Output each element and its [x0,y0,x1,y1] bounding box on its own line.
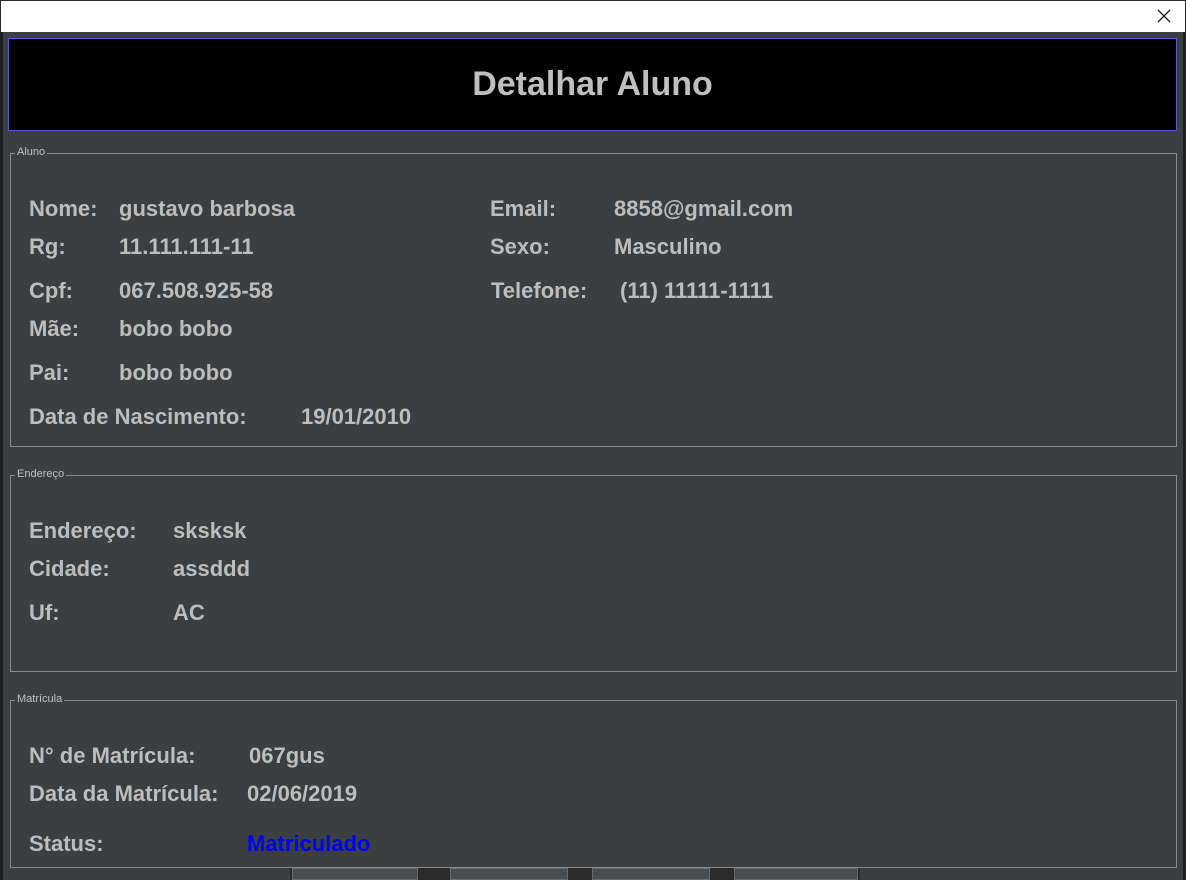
background-window-strip [290,868,860,880]
matricula-numero-value: 067gus [249,743,325,768]
aluno-legend: Aluno [15,146,48,158]
mae-value: bobo bobo [119,316,233,341]
email-value: 8858@gmail.com [614,196,794,221]
close-icon [1157,9,1171,23]
matricula-data-value: 02/06/2019 [247,781,358,806]
cpf-label: Cpf: [29,278,73,303]
nome-value: gustavo barbosa [119,196,296,221]
pai-value: bobo bobo [119,360,233,385]
nascimento-value: 19/01/2010 [301,404,412,429]
cidade-value: assddd [173,556,251,581]
window-titlebar [0,0,1186,33]
telefone-label: Telefone: [491,278,588,303]
email-label: Email: [490,196,557,221]
cidade-label: Cidade: [29,556,110,581]
page-header: Detalhar Aluno [8,38,1177,131]
endereco-label: Endereço: [29,518,137,543]
background-button [450,868,568,880]
cpf-value: 067.508.925-58 [119,278,274,303]
background-button [734,868,858,880]
rg-label: Rg: [29,234,66,259]
nome-label: Nome: [29,196,98,221]
background-button [592,868,710,880]
telefone-value: (11) 11111-1111 [620,278,773,303]
matricula-data-label: Data da Matrícula: [29,781,219,806]
pai-label: Pai: [29,360,70,385]
uf-value: AC [173,600,205,625]
close-button[interactable] [1149,4,1179,28]
sexo-value: Masculino [614,234,722,259]
page-title: Detalhar Aluno [472,65,713,103]
status-value: Matriculado [247,831,371,856]
endereco-value: sksksk [173,518,247,543]
nascimento-label: Data de Nascimento: [29,404,247,429]
matricula-numero-label: N° de Matrícula: [29,743,196,768]
matricula-legend: Matrícula [15,693,65,705]
mae-label: Mãe: [29,316,80,341]
rg-value: 11.111.111-11 [119,234,254,259]
sexo-label: Sexo: [490,234,550,259]
uf-label: Uf: [29,600,60,625]
endereco-legend: Endereço [15,468,67,480]
background-button [292,868,418,880]
status-label: Status: [29,831,104,856]
